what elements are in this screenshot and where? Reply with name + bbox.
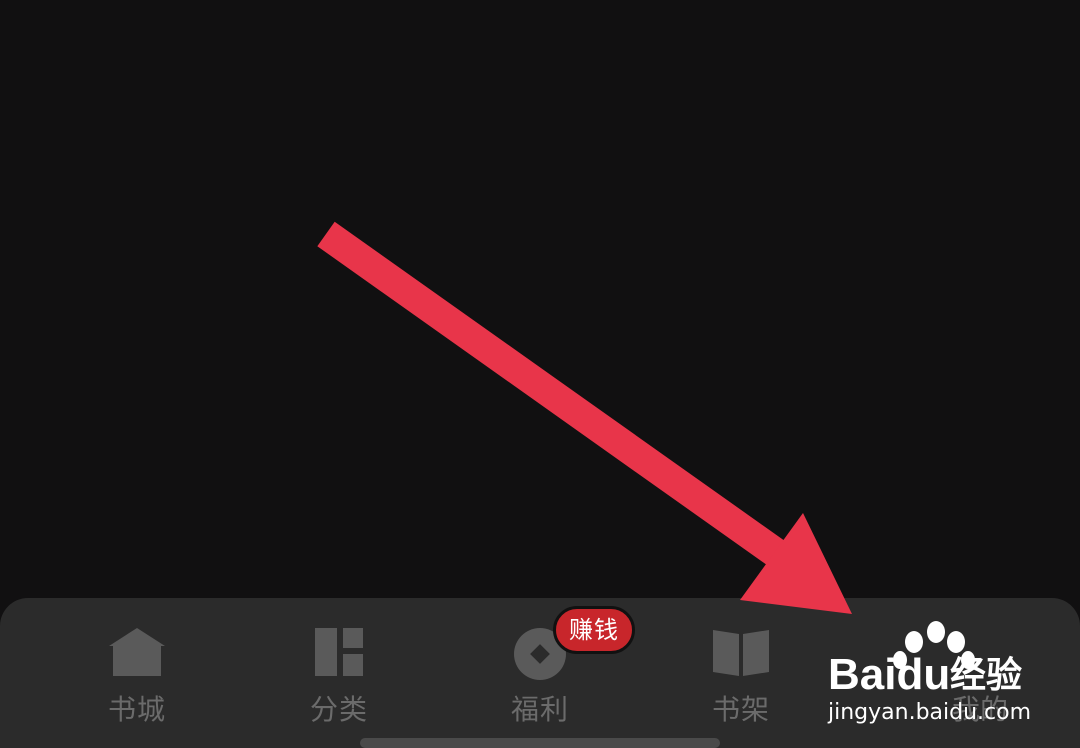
tab-bookshelf-label: 书架 bbox=[711, 693, 770, 726]
category-grid-icon bbox=[307, 624, 371, 680]
tab-bookstore[interactable]: 书城 bbox=[37, 598, 237, 748]
earn-money-badge[interactable]: 赚钱 bbox=[553, 606, 635, 654]
home-indicator[interactable] bbox=[360, 738, 720, 748]
bookstore-house-icon bbox=[105, 624, 169, 680]
baidu-brand-text: Baidu bbox=[828, 650, 951, 699]
watermark-url: jingyan.baidu.com bbox=[828, 700, 1032, 725]
baidu-jingyan-watermark: Baidu 经验 jingyan.baidu.com bbox=[826, 620, 1036, 730]
tab-category[interactable]: 分类 bbox=[239, 598, 439, 748]
tab-welfare-label: 福利 bbox=[510, 693, 569, 726]
app-screen: 书城 分类 福利 书架 赚钱 我的 Baidu 经验 jingyan.baidu… bbox=[0, 0, 1080, 748]
tab-bookshelf[interactable]: 书架 bbox=[641, 598, 841, 748]
bookshelf-open-book-icon bbox=[709, 624, 773, 680]
tab-bookstore-label: 书城 bbox=[107, 693, 166, 726]
tab-category-label: 分类 bbox=[309, 693, 368, 726]
jingyan-brand-text: 经验 bbox=[950, 655, 1023, 696]
